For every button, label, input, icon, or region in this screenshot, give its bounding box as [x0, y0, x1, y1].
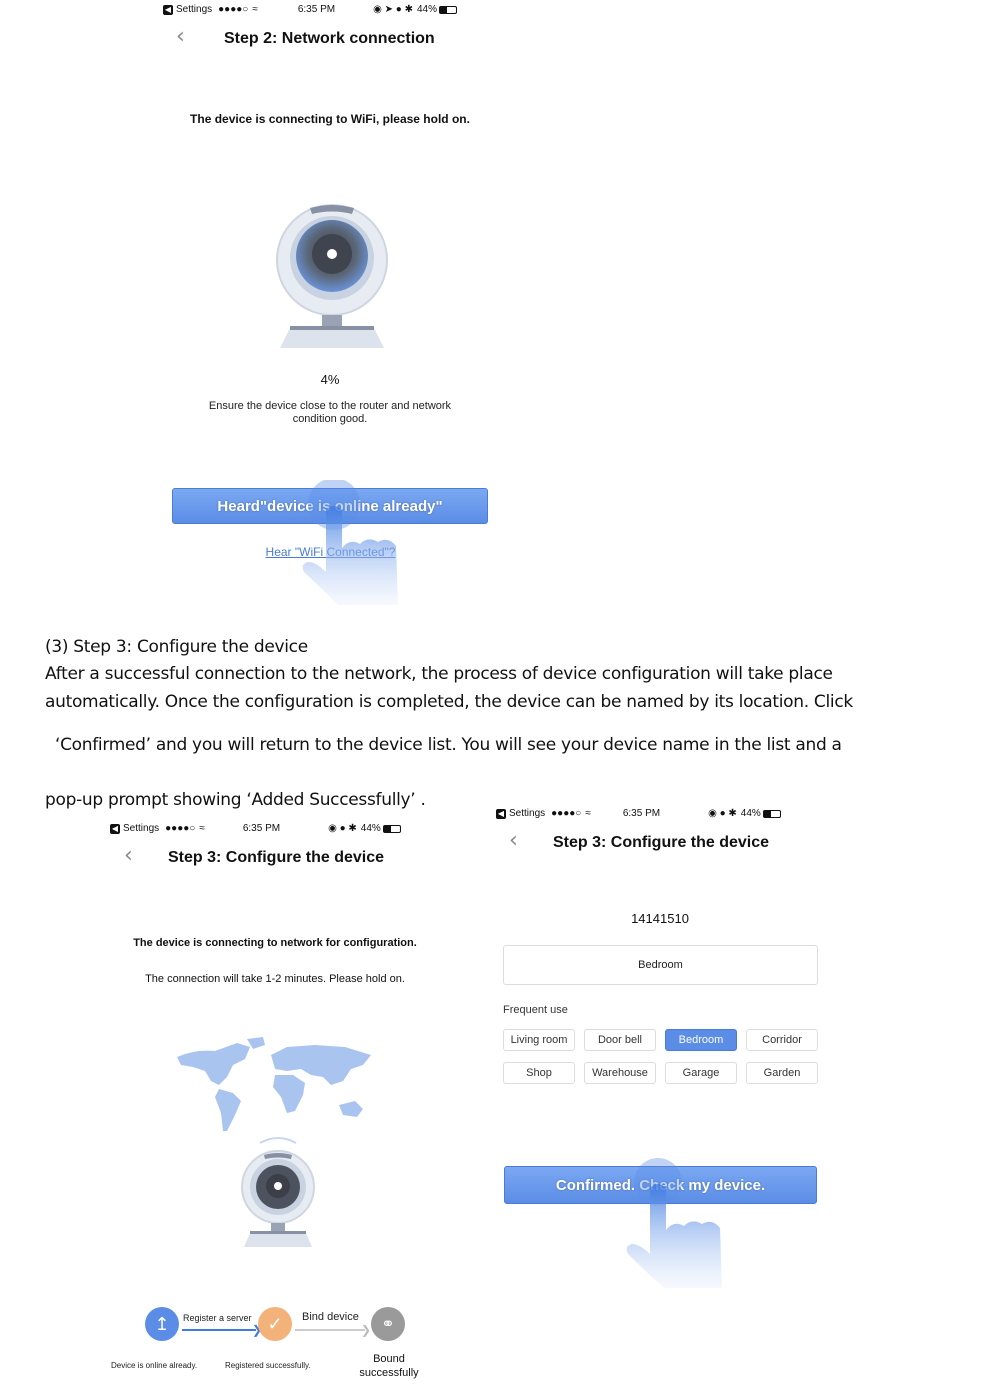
step-connector [182, 1329, 256, 1331]
link-step-icon: ⚭ [371, 1307, 405, 1341]
step-connector [295, 1329, 365, 1331]
doc-paragraph-line: automatically. Once the configuration is… [45, 692, 853, 712]
signal-icon: ●●●●○ [218, 4, 249, 15]
world-map-illustration [177, 1037, 371, 1131]
status-app: Settings [509, 808, 546, 819]
signal-icon: ●●●●○ [551, 808, 582, 819]
device-id: 14141510 [631, 911, 689, 926]
step-arrow-label: Register a server [183, 1313, 252, 1323]
location-chip[interactable]: Warehouse [584, 1062, 656, 1084]
back-to-app-icon: ◀ [496, 808, 506, 819]
battery-icon [438, 5, 457, 14]
battery-percent: 44% [416, 4, 437, 15]
page-title: Step 3: Configure the device [168, 849, 385, 866]
signal-icon: ●●●●○ [165, 823, 196, 834]
webcam-illustration [276, 204, 388, 348]
location-chip[interactable]: Door bell [584, 1029, 656, 1051]
page-title: Step 3: Configure the device [553, 834, 770, 851]
location-chip[interactable]: Corridor [746, 1029, 818, 1051]
wifi-icon: ≈ [585, 808, 591, 819]
tap-hand-icon [626, 1158, 722, 1288]
back-chevron-icon[interactable]: ‹ [509, 828, 518, 853]
upload-step-icon: ↥ [145, 1307, 179, 1341]
step-caption: Registered successfully. [225, 1361, 311, 1370]
status-time: 6:35 PM [297, 4, 336, 15]
doc-paragraph-line: After a successful connection to the net… [45, 664, 833, 684]
back-chevron-icon[interactable]: ‹ [176, 24, 185, 49]
progress-percent: 4% [320, 372, 340, 387]
back-chevron-icon[interactable]: ‹ [124, 843, 133, 868]
webcam-illustration [241, 1137, 315, 1247]
location-chip[interactable]: Garage [665, 1062, 737, 1084]
arrow-right-icon: ❯ [361, 1323, 372, 1337]
connecting-message: The device is connecting to WiFi, please… [190, 112, 470, 126]
step-caption: Bound successfully [359, 1353, 419, 1379]
status-bar: ◀ Settings ●●●●○ ≈ 6:35 PM ◉ ➤ ● ✱ 44% [163, 4, 498, 15]
location-chip[interactable]: Garden [746, 1062, 818, 1084]
device-name-input[interactable]: Bedroom [503, 945, 818, 985]
status-time: 6:35 PM [622, 808, 661, 819]
page-title: Step 2: Network connection [224, 30, 435, 47]
battery-percent: 44% [740, 808, 761, 819]
network-hint: Ensure the device close to the router an… [208, 400, 452, 425]
status-icons: ◉ ● ✱ [328, 823, 357, 834]
battery-percent: 44% [360, 823, 381, 834]
location-chip[interactable]: Shop [503, 1062, 575, 1084]
status-bar: ◀ Settings ●●●●○ ≈ 6:35 PM ◉ ● ✱ 44% [110, 823, 445, 834]
status-app: Settings [176, 4, 213, 15]
back-to-app-icon: ◀ [163, 4, 173, 15]
wifi-icon: ≈ [252, 4, 258, 15]
status-icons: ◉ ➤ ● ✱ [373, 4, 413, 15]
wifi-icon: ≈ [199, 823, 205, 834]
step-arrow-label: Bind device [302, 1311, 359, 1323]
section-heading: (3) Step 3: Configure the device [45, 637, 308, 657]
status-bar: ◀ Settings ●●●●○ ≈ 6:35 PM ◉ ● ✱ 44% [496, 808, 826, 819]
status-app: Settings [123, 823, 160, 834]
doc-paragraph-line: pop-up prompt showing ‘Added Successfull… [45, 790, 426, 810]
doc-paragraph-line: ‘Confirmed’ and you will return to the d… [55, 735, 842, 755]
duration-message: The connection will take 1-2 minutes. Pl… [145, 973, 405, 985]
location-chip[interactable]: Living room [503, 1029, 575, 1051]
status-icons: ◉ ● ✱ [708, 808, 737, 819]
frequent-use-label: Frequent use [503, 1004, 568, 1016]
battery-icon [382, 824, 401, 833]
tap-hand-icon [302, 480, 398, 605]
step-caption: Device is online already. [111, 1361, 198, 1370]
configuring-message: The device is connecting to network for … [133, 937, 417, 949]
back-to-app-icon: ◀ [110, 823, 120, 834]
status-time: 6:35 PM [242, 823, 281, 834]
location-chip-selected[interactable]: Bedroom [665, 1029, 737, 1051]
check-step-icon: ✓ [258, 1307, 292, 1341]
battery-icon [762, 809, 781, 818]
